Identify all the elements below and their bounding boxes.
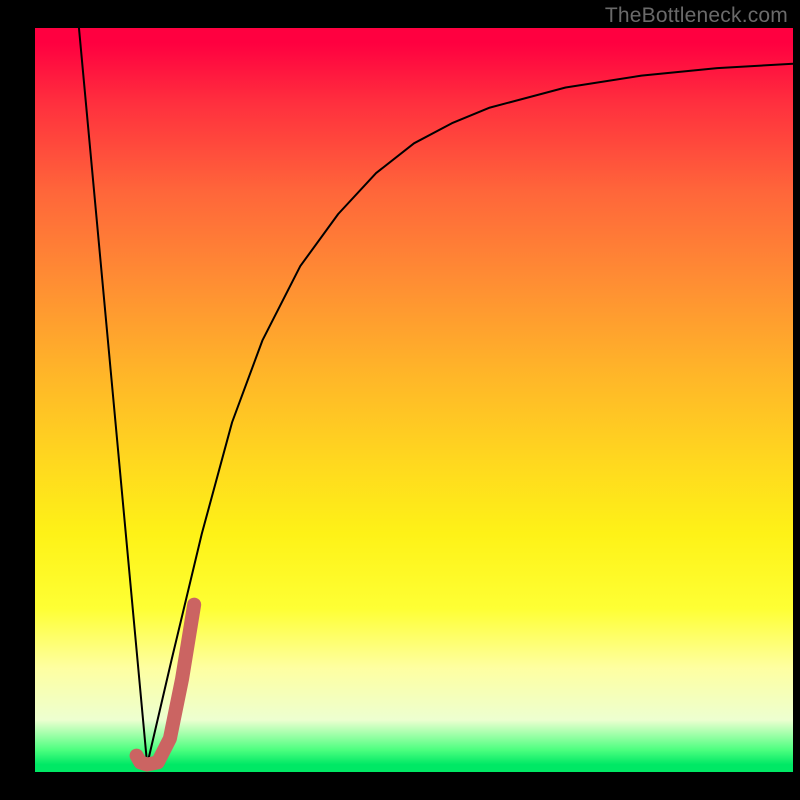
series-left-falling-line <box>79 28 147 765</box>
watermark-text: TheBottleneck.com <box>605 4 788 28</box>
plot-area <box>35 28 793 772</box>
chart-svg <box>35 28 793 772</box>
chart-frame: TheBottleneck.com <box>0 0 800 800</box>
series-rising-curve <box>147 64 793 765</box>
